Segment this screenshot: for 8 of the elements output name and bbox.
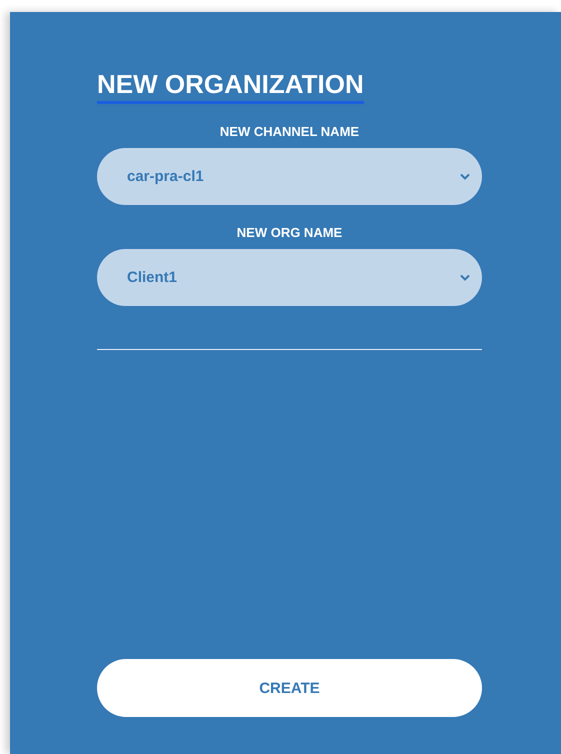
chevron-down-icon xyxy=(460,173,470,180)
create-button[interactable]: CREATE xyxy=(97,659,482,717)
select-field[interactable]: Client1 xyxy=(97,249,482,306)
field-label: NEW ORG NAME xyxy=(236,225,344,240)
chevron-down-icon xyxy=(460,274,470,281)
form-title: NEW ORGANIZATION xyxy=(97,69,364,104)
field-label: NEW CHANNEL NAME xyxy=(218,124,360,139)
select-field[interactable]: car-pra-cl1 xyxy=(97,148,482,205)
